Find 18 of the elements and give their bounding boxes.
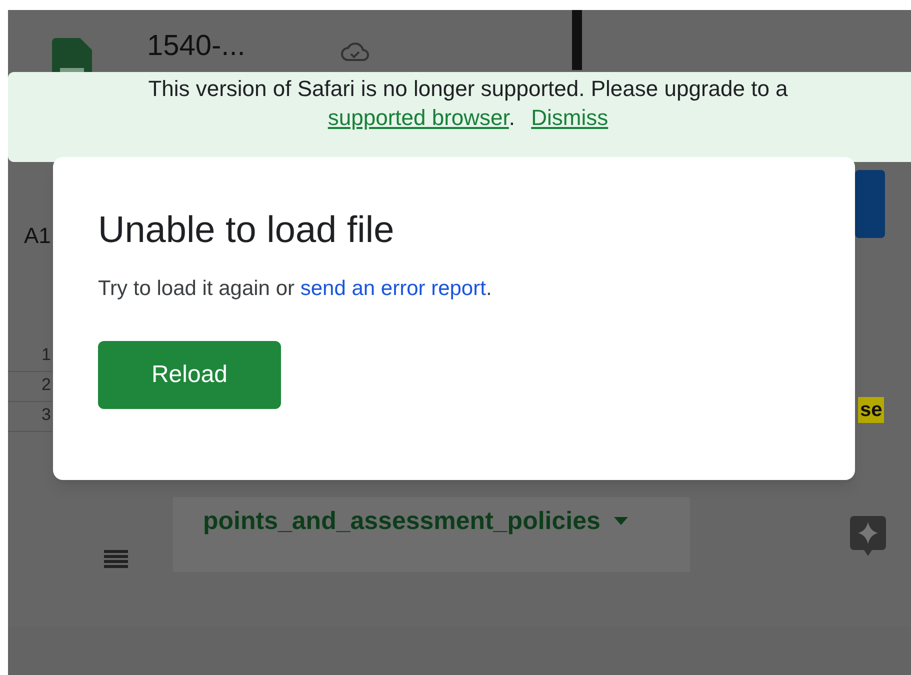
error-report-link[interactable]: send an error report <box>300 277 486 300</box>
dismiss-link[interactable]: Dismiss <box>531 105 608 130</box>
cell-text: se <box>858 397 884 423</box>
supported-browser-link[interactable]: supported browser <box>328 105 509 130</box>
row-number: 1 <box>8 342 52 372</box>
name-box[interactable]: A1 <box>24 219 51 252</box>
reload-button[interactable]: Reload <box>98 341 281 409</box>
menu-icon[interactable] <box>104 550 128 568</box>
document-title[interactable]: 1540-... <box>147 32 246 61</box>
vertical-bar <box>572 10 582 70</box>
sparkle-icon[interactable] <box>850 516 886 556</box>
row-number: 2 <box>8 372 52 402</box>
cloud-check-icon[interactable] <box>340 42 370 62</box>
sheet-tab[interactable]: points_and_assessment_policies <box>173 497 690 572</box>
row-number: 3 <box>8 402 52 432</box>
dialog-message: Try to load it again or send an error report. <box>98 276 492 302</box>
dialog-title: Unable to load file <box>98 208 394 252</box>
caret-icon <box>614 517 628 525</box>
